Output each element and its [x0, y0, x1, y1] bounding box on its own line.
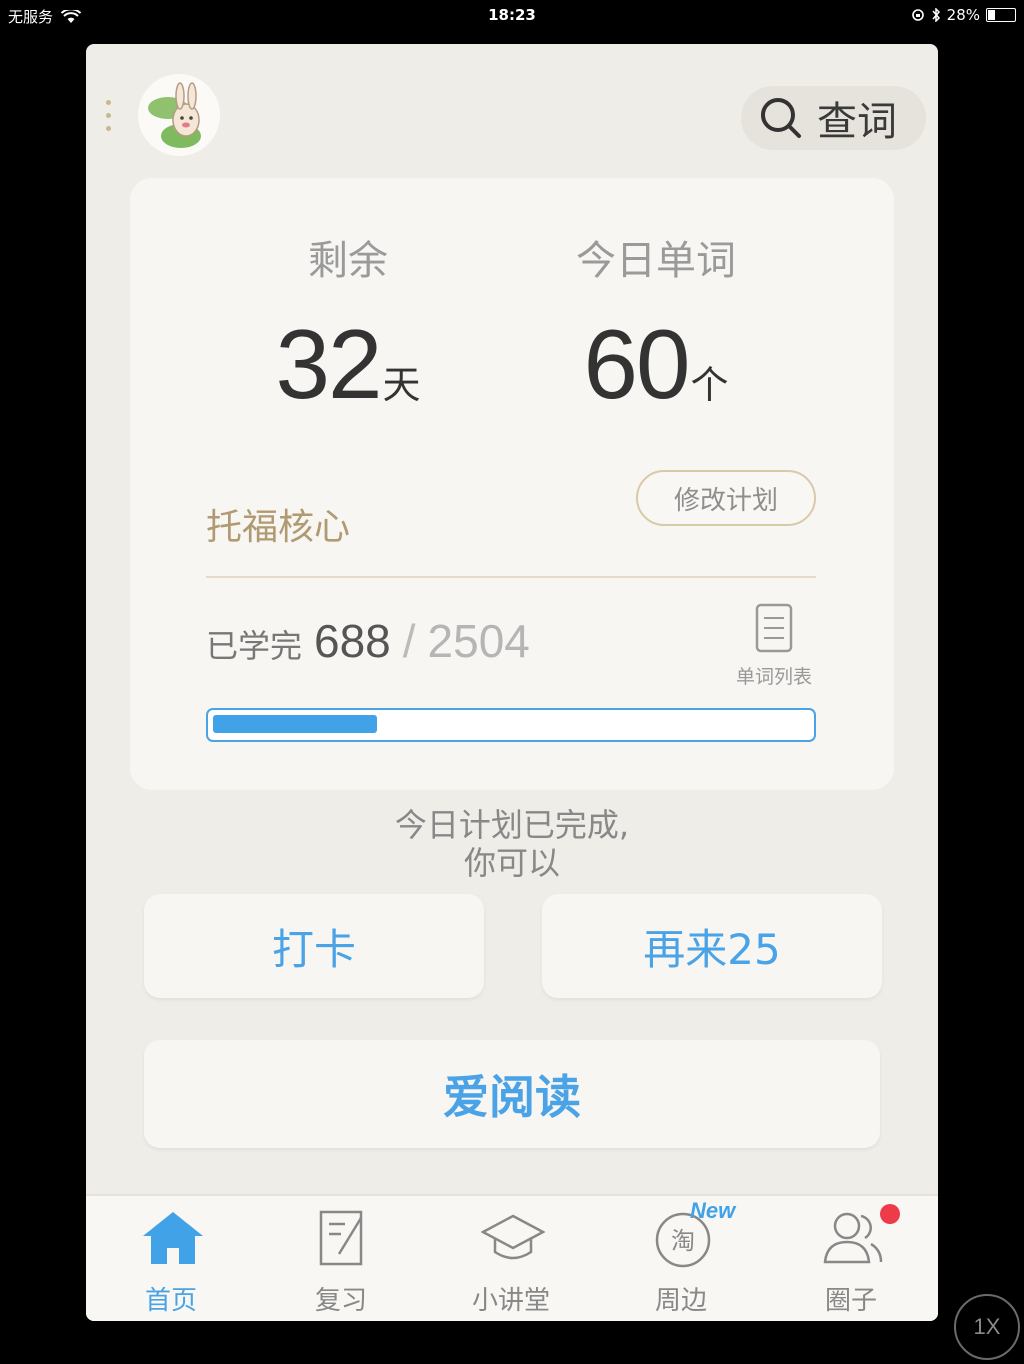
svg-text:淘: 淘 [671, 1227, 695, 1255]
battery-icon [986, 8, 1016, 22]
plan-complete-line2: 你可以 [463, 844, 560, 882]
rotation-lock-icon [911, 9, 924, 21]
bluetooth-icon [932, 8, 940, 22]
tab-home-label: 首页 [144, 1286, 197, 1316]
today-words-unit: 个 [690, 363, 729, 407]
group-icon [823, 1212, 883, 1264]
word-list-button[interactable]: 单词列表 [724, 602, 824, 689]
more-menu-icon[interactable] [106, 100, 112, 139]
zoom-button[interactable]: 1X [954, 1294, 1020, 1360]
learned-value: 688 [314, 615, 391, 667]
home-icon [143, 1212, 203, 1264]
search-icon [761, 98, 801, 138]
divider [206, 576, 816, 578]
battery-percent: 28% [946, 6, 980, 24]
tab-lectures[interactable]: 小讲堂 [426, 1196, 596, 1321]
tab-nearby[interactable]: 淘 周边 [596, 1196, 766, 1321]
status-bar: 无服务 18:23 28% [0, 0, 1024, 30]
list-icon [755, 603, 793, 653]
remaining-value: 32 [275, 309, 382, 419]
modify-plan-button[interactable]: 修改计划 [636, 470, 816, 526]
reading-button[interactable]: 爱阅读 [144, 1040, 880, 1148]
progress-bar [206, 708, 816, 742]
tab-nearby-label: 周边 [654, 1286, 707, 1316]
tab-lectures-label: 小讲堂 [471, 1286, 550, 1316]
progress-card: 剩余 32天 今日单词 60个 托福核心 修改计划 已学完 688 / 2504… [130, 178, 894, 790]
notification-dot [880, 1204, 900, 1224]
today-words-value: 60 [583, 309, 690, 419]
tab-home[interactable]: 首页 [86, 1196, 256, 1321]
today-words-label: 今日单词 [576, 238, 736, 284]
progress-fill [213, 715, 377, 733]
remaining-label: 剩余 [308, 238, 388, 284]
learned-separator: / [402, 615, 416, 667]
status-time: 18:23 [488, 6, 536, 24]
remaining-unit: 天 [382, 363, 421, 407]
new-badge: New [690, 1198, 736, 1223]
word-list-label: 单词列表 [735, 666, 812, 688]
tab-review-label: 复习 [314, 1286, 367, 1316]
plan-name: 托福核心 [206, 507, 351, 548]
avatar[interactable] [138, 74, 220, 156]
app-window: 查词 剩余 32天 今日单词 60个 托福核心 修改计划 已学完 688 / 2… [86, 44, 938, 1321]
plan-complete-message: 今日计划已完成, 你可以 [86, 806, 938, 882]
tab-circle[interactable]: 圈子 [766, 1196, 936, 1321]
tab-review[interactable]: 复习 [256, 1196, 426, 1321]
checkin-button[interactable]: 打卡 [144, 894, 484, 998]
total-value: 2504 [427, 615, 530, 667]
review-icon [319, 1210, 363, 1266]
tab-circle-label: 圈子 [824, 1286, 877, 1316]
search-label: 查词 [817, 99, 897, 145]
tab-bar: 首页 复习 小讲堂 淘 周边 圈子 New [86, 1194, 938, 1321]
learned-count: 已学完 688 / 2504 [206, 614, 530, 668]
remaining-stat: 32天 [198, 308, 498, 421]
today-words-stat: 60个 [506, 308, 806, 421]
search-button[interactable]: 查词 [741, 86, 926, 150]
plan-complete-line1: 今日计划已完成, [394, 806, 630, 844]
graduation-cap-icon [481, 1214, 545, 1260]
learned-label: 已学完 [206, 627, 303, 665]
learn-more-button[interactable]: 再来25 [542, 894, 882, 998]
